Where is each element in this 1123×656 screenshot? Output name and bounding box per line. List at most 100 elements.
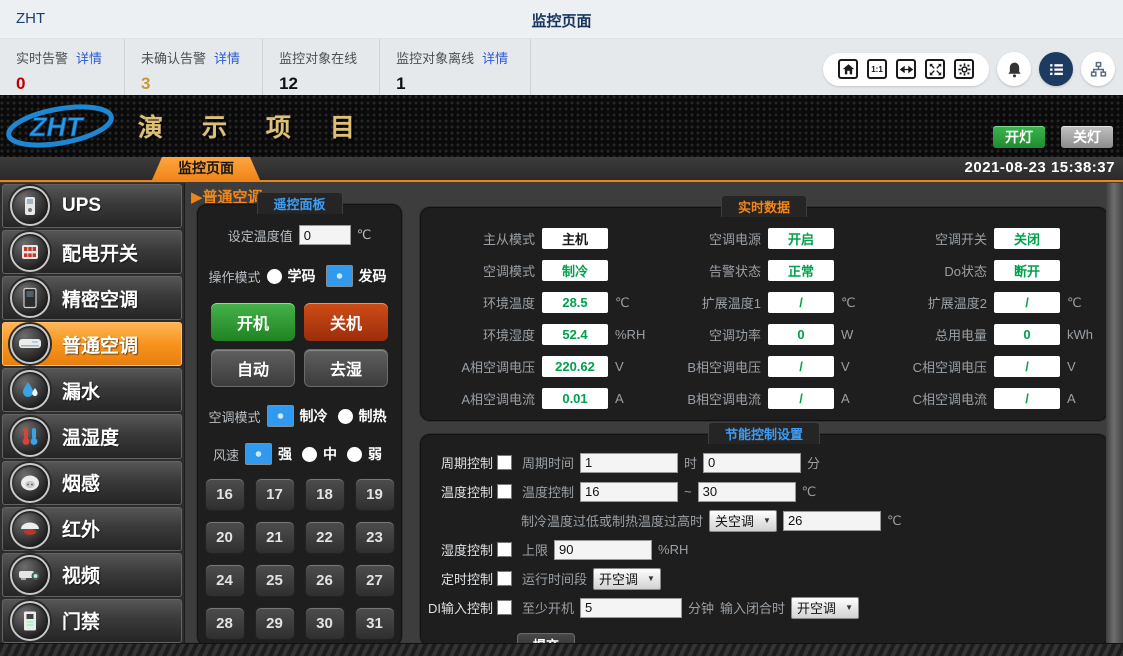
temp-protect-select[interactable]: 关空调 ▼ xyxy=(709,510,777,532)
light-off-button[interactable]: 关灯 xyxy=(1061,126,1113,148)
sidebar-item-7[interactable]: 红外 xyxy=(2,507,182,551)
realtime-field-label: 总用电量 xyxy=(875,325,987,344)
ac-mode-radio-label: 制冷 xyxy=(300,406,328,426)
dehumidify-button[interactable]: 去湿 xyxy=(304,349,388,387)
temp-button-28[interactable]: 28 xyxy=(205,607,245,640)
temp-protect-label: 制冷温度过低或制热温度过高时 xyxy=(521,511,703,530)
temp-button-29[interactable]: 29 xyxy=(255,607,295,640)
sidebar-item-9[interactable]: 门禁 xyxy=(2,599,182,643)
temp-button-23[interactable]: 23 xyxy=(355,521,395,554)
power-on-button[interactable]: 开机 xyxy=(211,303,295,341)
ac-mode-radio-label: 制热 xyxy=(359,406,387,426)
auto-button[interactable]: 自动 xyxy=(211,349,295,387)
fit-width-icon[interactable] xyxy=(896,59,916,79)
settings-icon[interactable] xyxy=(954,59,974,79)
timer-period-label: 运行时间段 xyxy=(522,569,587,588)
zht-logo-icon: ZHT xyxy=(6,103,124,149)
temp-button-17[interactable]: 17 xyxy=(255,478,295,511)
realtime-field-label: 空调电源 xyxy=(649,229,761,248)
sidebar-item-4[interactable]: 漏水 xyxy=(2,368,182,412)
set-temp-input[interactable] xyxy=(299,225,351,245)
humidity-control-checkbox[interactable] xyxy=(497,542,512,557)
one-to-one-icon[interactable]: 1:1 xyxy=(867,59,887,79)
temp-control-checkbox[interactable] xyxy=(497,484,512,499)
timer-control-checkbox[interactable] xyxy=(497,571,512,586)
timer-action-select[interactable]: 开空调 ▼ xyxy=(593,568,661,590)
logo-text: ZHT xyxy=(29,112,85,142)
fan-speed-radio-中[interactable] xyxy=(302,447,317,462)
temp-button-16[interactable]: 16 xyxy=(205,478,245,511)
temp-button-27[interactable]: 27 xyxy=(355,564,395,597)
view-tools-pill: 1:1 xyxy=(823,53,989,86)
temp-button-30[interactable]: 30 xyxy=(305,607,345,640)
realtime-field: 空调开关关闭 xyxy=(875,228,1101,249)
op-mode-radio-发码[interactable] xyxy=(326,265,353,287)
sidebar-item-1[interactable]: 配电开关 xyxy=(2,230,182,274)
temp-button-25[interactable]: 25 xyxy=(255,564,295,597)
temp-button-24[interactable]: 24 xyxy=(205,564,245,597)
stat-detail-link[interactable]: 详情 xyxy=(76,48,102,67)
temp-button-22[interactable]: 22 xyxy=(305,521,345,554)
temp-min-input[interactable] xyxy=(580,482,678,502)
sidebar-item-0[interactable]: UPS xyxy=(2,184,182,228)
tab-monitoring-page[interactable]: 监控页面 xyxy=(152,157,260,180)
timer-control-row: 定时控制 运行时间段 开空调 ▼ xyxy=(421,567,1107,590)
ac-mode-radio-制冷[interactable] xyxy=(267,405,294,427)
light-on-button[interactable]: 开灯 xyxy=(993,126,1045,148)
cycle-control-label: 周期控制 xyxy=(421,453,493,472)
temp-humidity-icon xyxy=(10,417,50,457)
temp-button-20[interactable]: 20 xyxy=(205,521,245,554)
realtime-field-value: / xyxy=(768,388,834,409)
realtime-data-panel: 实时数据 主从模式主机空调模式制冷环境温度28.5℃环境湿度52.4%RHA相空… xyxy=(420,207,1108,421)
temp-control-row: 温度控制 温度控制 ~ ℃ xyxy=(421,480,1107,503)
stat-item: 未确认告警详情3 xyxy=(125,39,263,95)
temp-button-31[interactable]: 31 xyxy=(355,607,395,640)
realtime-grid: 主从模式主机空调模式制冷环境温度28.5℃环境湿度52.4%RHA相空调电压22… xyxy=(421,208,1107,409)
sidebar-item-2[interactable]: 精密空调 xyxy=(2,276,182,320)
list-icon-button[interactable] xyxy=(1039,52,1073,86)
temp-button-18[interactable]: 18 xyxy=(305,478,345,511)
di-action-select[interactable]: 开空调 ▼ xyxy=(791,597,859,619)
temp-protect-unit: ℃ xyxy=(887,513,902,529)
top-bar: ZHT 监控页面 xyxy=(0,0,1123,39)
humidity-limit-input[interactable] xyxy=(554,540,652,560)
temp-protect-input[interactable] xyxy=(783,511,881,531)
cycle-control-checkbox[interactable] xyxy=(497,455,512,470)
fan-speed-radio-弱[interactable] xyxy=(347,447,362,462)
ac-mode-radio-制热[interactable] xyxy=(338,409,353,424)
ac-mode-radios: 制冷 制热 xyxy=(267,405,391,427)
temp-button-21[interactable]: 21 xyxy=(255,521,295,554)
stat-label: 未确认告警 xyxy=(141,48,206,67)
di-closed-label: 输入闭合时 xyxy=(720,598,785,617)
temp-button-19[interactable]: 19 xyxy=(355,478,395,511)
datetime-display: 2021-08-23 15:38:37 xyxy=(965,159,1115,176)
temp-control-label: 温度控制 xyxy=(421,482,493,501)
di-min-on-unit: 分钟 xyxy=(688,598,714,617)
sitemap-icon-button[interactable] xyxy=(1081,52,1115,86)
fullscreen-icon[interactable] xyxy=(925,59,945,79)
sidebar-item-3[interactable]: 普通空调 xyxy=(2,322,182,366)
home-icon[interactable] xyxy=(838,59,858,79)
fan-speed-radio-强[interactable] xyxy=(245,443,272,465)
power-off-button[interactable]: 关机 xyxy=(304,303,388,341)
stat-detail-link[interactable]: 详情 xyxy=(482,48,508,67)
op-mode-radio-学码[interactable] xyxy=(267,269,282,284)
cycle-hours-input[interactable] xyxy=(580,453,678,473)
cycle-minutes-input[interactable] xyxy=(703,453,801,473)
stat-item: 实时告警详情0 xyxy=(0,39,125,95)
realtime-field-value: / xyxy=(994,292,1060,313)
di-min-on-input[interactable] xyxy=(580,598,682,618)
realtime-field-label: 告警状态 xyxy=(649,261,761,280)
stat-detail-link[interactable]: 详情 xyxy=(214,48,240,67)
sidebar-item-5[interactable]: 温湿度 xyxy=(2,414,182,458)
temp-button-26[interactable]: 26 xyxy=(305,564,345,597)
sidebar-item-8[interactable]: 视频 xyxy=(2,553,182,597)
bell-icon-button[interactable] xyxy=(997,52,1031,86)
temp-max-input[interactable] xyxy=(698,482,796,502)
ups-icon xyxy=(10,186,50,226)
realtime-field: 扩展温度1/℃ xyxy=(649,292,875,313)
temperature-grid: 1617181920212223242526272829303132+- xyxy=(198,478,401,656)
sidebar-item-6[interactable]: 烟感 xyxy=(2,461,182,505)
realtime-field-value: 0.01 xyxy=(542,388,608,409)
di-input-control-checkbox[interactable] xyxy=(497,600,512,615)
